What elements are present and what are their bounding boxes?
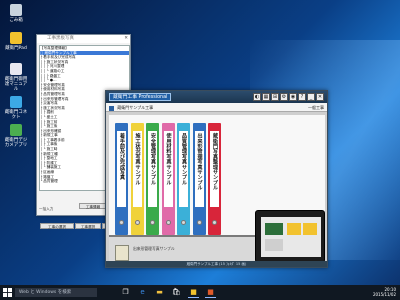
windows-start-icon[interactable] xyxy=(3,288,12,297)
grid-icon[interactable]: ▦ xyxy=(262,93,270,101)
close-icon[interactable]: ✕ xyxy=(124,35,128,43)
binder-ring xyxy=(196,220,202,225)
taskbar: Web と Windows を検索 ❐ e ▬ 🛍 ■ ■ 20:10 2015/11/0… xyxy=(0,285,400,300)
binder-ring xyxy=(150,220,155,225)
photo-binder[interactable]: 着手前及び完成写真 xyxy=(115,123,128,235)
kuraemon-app-icon[interactable]: ■ xyxy=(205,287,216,298)
record-icon[interactable]: ◉ xyxy=(289,93,297,101)
help-icon[interactable]: ? xyxy=(298,93,306,101)
desktop-icon-label: 蔵衛門御用達マニュアル xyxy=(4,77,28,92)
settings-icon[interactable]: ⚙ xyxy=(280,93,288,101)
binder-ring xyxy=(212,220,217,225)
binder-label: 出来形管理写真サンプル xyxy=(194,131,204,207)
app-icon xyxy=(10,124,22,136)
photo-binder[interactable]: 施工状況写真サンプル xyxy=(130,123,144,235)
binder-label: 品質管理写真サンプル xyxy=(179,131,188,207)
taskbar-search-input[interactable]: Web と Windows を検索 xyxy=(15,288,97,297)
binder-label: 着手前及び完成写真 xyxy=(117,131,126,207)
binder-ring xyxy=(134,220,140,225)
desktop-icon[interactable]: 蔵衛門御用達マニュアル xyxy=(3,63,29,92)
project-bar: 蔵衛門サンプル工事 一般工事 xyxy=(106,103,327,112)
app-icon xyxy=(10,63,22,75)
bulk-input-label: 一括入力 xyxy=(39,207,54,211)
project-name: 蔵衛門サンプル工事 xyxy=(117,105,154,110)
task-view-icon[interactable]: ❐ xyxy=(120,287,131,298)
app-logo: 蔵衛門工事 Professional xyxy=(109,93,172,101)
photo-binder[interactable]: 品質管理写真サンプル xyxy=(177,123,190,235)
choose-project-button[interactable]: 工事選択 xyxy=(75,223,101,229)
clock-date: 2015/11/02 xyxy=(372,292,396,297)
album-book-icon[interactable] xyxy=(115,245,129,261)
photo-binder[interactable]: 蔵衛門写真整理サンプル xyxy=(208,123,221,235)
store-icon[interactable]: 🛍 xyxy=(171,287,182,298)
binder-ring xyxy=(119,220,124,225)
desktop-icon-label: 蔵衛門デジカメアプリ xyxy=(4,138,28,148)
project-icon xyxy=(109,105,114,111)
app-titlebar[interactable]: 蔵衛門工事 Professional ◐ ▦ ⊞ ⚙ ◉? _ ✕ xyxy=(106,91,327,103)
photo-binder[interactable]: 出来形管理写真サンプル xyxy=(192,123,206,235)
tablet-screen xyxy=(261,217,321,257)
binder-label: 蔵衛門写真整理サンプル xyxy=(210,131,219,207)
album-book-label[interactable]: 出来形管理写真サンプル xyxy=(133,246,175,252)
binder-shelf: 出来形管理写真サンプル 着手前及び完成写真 施工状況写真サンプル 安全管理写真サンプ… xyxy=(109,115,325,263)
system-clock[interactable]: 20:10 2015/11/02 xyxy=(373,287,396,297)
tree-window-title: 工事黒板写真 xyxy=(47,36,74,41)
status-bar: 蔵衛門サンプル工事 (15 ﾌｫﾙﾀﾞ 15 画) xyxy=(106,261,327,267)
app-toolbar: ◐ ▦ ⊞ ⚙ ◉? _ ✕ xyxy=(253,93,324,101)
desktop-icon-label: 蔵衛門コネクト xyxy=(4,110,28,120)
explorer-icon[interactable]: ▬ xyxy=(154,287,165,298)
desktop-icon-label: 蔵衛門Pad xyxy=(5,46,27,51)
project-info-button[interactable]: 工事情報 xyxy=(79,203,107,209)
desktop-icon[interactable]: ごみ箱 xyxy=(3,4,29,23)
app-icon xyxy=(10,32,22,44)
minimize-icon[interactable]: _ xyxy=(307,93,315,101)
binder-ring xyxy=(181,220,186,225)
desktop-icon[interactable]: 蔵衛門デジカメアプリ xyxy=(3,124,29,148)
kuraemon-icon[interactable]: ■ xyxy=(188,287,199,298)
app-icon xyxy=(10,96,22,108)
color-icon[interactable]: ◐ xyxy=(253,93,261,101)
select-project-button[interactable]: 工事の選択 xyxy=(40,223,74,229)
photo-binder[interactable]: 使用材料写真サンプル xyxy=(161,123,175,235)
binder-label: 安全管理写真サンプル xyxy=(148,131,157,207)
taskbar-apps: ❐ e ▬ 🛍 ■ ■ xyxy=(120,287,216,298)
tree-window-titlebar[interactable]: 工事黒板写真 ✕ xyxy=(37,35,130,43)
binder-ring xyxy=(165,220,171,225)
desktop-icon[interactable]: 蔵衛門コネクト xyxy=(3,96,29,120)
binder-label: 使用材料写真サンプル xyxy=(163,131,173,207)
layout-icon[interactable]: ⊞ xyxy=(271,93,279,101)
edge-icon[interactable]: e xyxy=(137,287,148,298)
project-type: 一般工事 xyxy=(308,105,324,110)
binder-label: 施工状況写真サンプル xyxy=(132,131,142,207)
photo-binder[interactable]: 安全管理写真サンプル xyxy=(146,123,159,235)
tablet-preview-image xyxy=(255,210,325,263)
app-icon xyxy=(10,4,22,16)
desktop-icon-label: ごみ箱 xyxy=(9,18,23,23)
app-window[interactable]: 蔵衛門工事 Professional ◐ ▦ ⊞ ⚙ ◉? _ ✕ 蔵衛門サンプル工事 一般… xyxy=(105,90,328,268)
desktop-icon[interactable]: 蔵衛門Pad xyxy=(3,32,29,51)
close-icon[interactable]: ✕ xyxy=(316,93,324,101)
